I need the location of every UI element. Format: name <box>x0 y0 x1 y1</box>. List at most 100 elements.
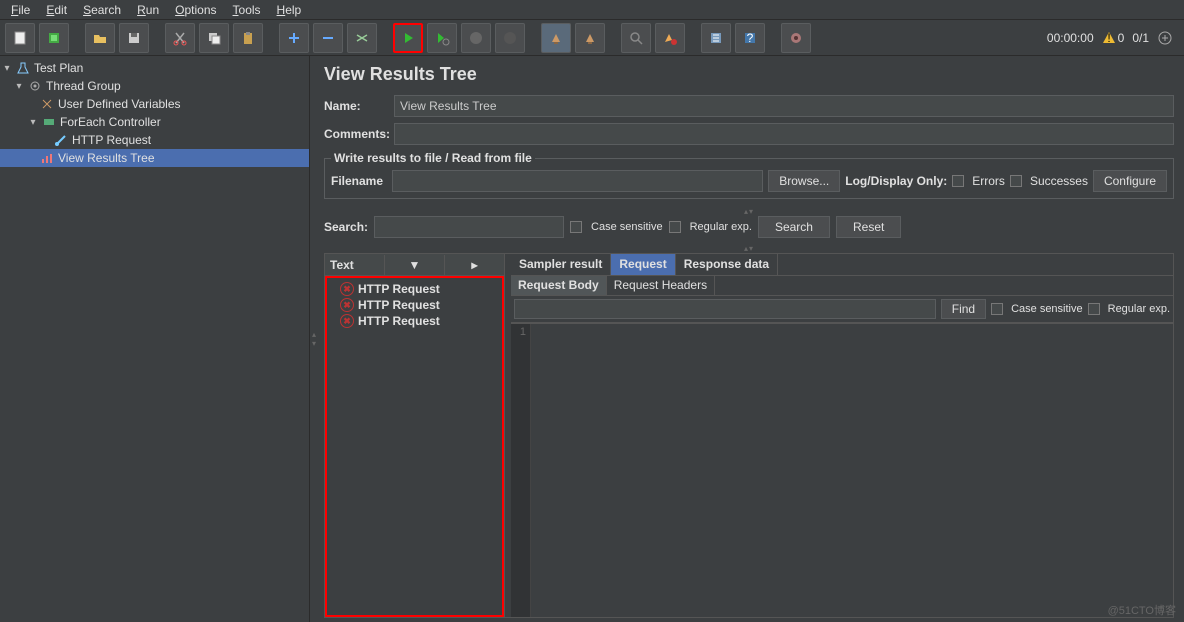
svg-text:!: ! <box>1107 31 1110 45</box>
menu-bar: File Edit Search Run Options Tools Help <box>0 0 1184 20</box>
results-area: Text ▼ ▸ ✖HTTP Request ✖HTTP Request ✖HT… <box>324 253 1174 618</box>
find-cs-checkbox[interactable] <box>991 303 1003 315</box>
gear-icon <box>27 78 43 94</box>
error-icon: ✖ <box>340 298 354 312</box>
menu-help[interactable]: Help <box>269 1 310 18</box>
editor-body[interactable] <box>531 324 1173 617</box>
filename-input[interactable] <box>392 170 763 192</box>
tree-http-request[interactable]: HTTP Request <box>0 131 309 149</box>
configure-button[interactable]: Configure <box>1093 170 1167 192</box>
menu-options[interactable]: Options <box>167 1 224 18</box>
renderer-combo[interactable]: Text ▼ ▸ <box>325 254 504 276</box>
content-panel: View Results Tree Name: Comments: Write … <box>318 56 1184 622</box>
test-plan-tree[interactable]: ▾ Test Plan ▾ Thread Group User Defined … <box>0 56 310 622</box>
filename-label: Filename <box>331 174 383 188</box>
results-left-panel: Text ▼ ▸ ✖HTTP Request ✖HTTP Request ✖HT… <box>325 254 505 617</box>
tree-user-defined-vars[interactable]: User Defined Variables <box>0 95 309 113</box>
errors-checkbox[interactable] <box>952 175 964 187</box>
results-list[interactable]: ✖HTTP Request ✖HTTP Request ✖HTTP Reques… <box>325 276 504 617</box>
collapse-icon[interactable] <box>313 23 343 53</box>
tab-response-data[interactable]: Response data <box>676 254 778 275</box>
menu-run[interactable]: Run <box>129 1 167 18</box>
subtab-request-body[interactable]: Request Body <box>511 276 607 295</box>
find-button[interactable]: Find <box>941 299 986 319</box>
cut-icon[interactable] <box>165 23 195 53</box>
search-re-checkbox[interactable] <box>669 221 681 233</box>
shutdown-icon[interactable] <box>495 23 525 53</box>
beaker-icon <box>15 60 31 76</box>
tree-view-results-tree[interactable]: View Results Tree <box>0 149 309 167</box>
paste-icon[interactable] <box>233 23 263 53</box>
tree-test-plan[interactable]: ▾ Test Plan <box>0 59 309 77</box>
browse-button[interactable]: Browse... <box>768 170 840 192</box>
controller-icon <box>41 114 57 130</box>
menu-search[interactable]: Search <box>75 1 129 18</box>
warning-indicator[interactable]: !0 <box>1102 31 1125 45</box>
templates-icon[interactable] <box>39 23 69 53</box>
start-no-timers-icon[interactable] <box>427 23 457 53</box>
results-right-panel: Sampler result Request Response data Req… <box>511 254 1173 617</box>
successes-checkbox[interactable] <box>1010 175 1022 187</box>
grip2-icon[interactable]: ▴▾ <box>324 244 1174 253</box>
tree-expand-icon[interactable]: ▸ <box>444 255 504 275</box>
search-cs-checkbox[interactable] <box>570 221 582 233</box>
file-fieldset: Write results to file / Read from file F… <box>324 151 1174 199</box>
search-tree-icon[interactable] <box>621 23 651 53</box>
find-input[interactable] <box>514 299 936 319</box>
tab-sampler-result[interactable]: Sampler result <box>511 254 611 275</box>
error-icon: ✖ <box>340 282 354 296</box>
help-icon[interactable]: ? <box>735 23 765 53</box>
start-icon[interactable] <box>393 23 423 53</box>
copy-icon[interactable] <box>199 23 229 53</box>
reset-button[interactable]: Reset <box>836 216 901 238</box>
watermark: @51CTO博客 <box>1108 602 1176 618</box>
expand-toggle-icon[interactable] <box>1157 30 1173 46</box>
result-item[interactable]: ✖HTTP Request <box>330 297 499 313</box>
name-label: Name: <box>324 99 394 113</box>
clear-icon[interactable] <box>541 23 571 53</box>
listener-icon <box>39 150 55 166</box>
menu-edit[interactable]: Edit <box>38 1 75 18</box>
dropdown-arrow-icon[interactable]: ▼ <box>384 255 444 275</box>
error-icon: ✖ <box>340 314 354 328</box>
save-icon[interactable] <box>119 23 149 53</box>
search-button[interactable]: Search <box>758 216 830 238</box>
editor[interactable]: 1 <box>511 323 1173 617</box>
result-item[interactable]: ✖HTTP Request <box>330 281 499 297</box>
threads-indicator: 0/1 <box>1132 31 1149 45</box>
tree-thread-group[interactable]: ▾ Thread Group <box>0 77 309 95</box>
stop-icon[interactable] <box>461 23 491 53</box>
reset-search-icon[interactable] <box>655 23 685 53</box>
menu-file[interactable]: File <box>3 1 38 18</box>
fieldset-legend: Write results to file / Read from file <box>331 151 535 165</box>
menu-tools[interactable]: Tools <box>225 1 269 18</box>
expand-icon[interactable] <box>279 23 309 53</box>
grip-icon[interactable]: ▴▾ <box>324 207 1174 216</box>
tab-request[interactable]: Request <box>611 254 675 275</box>
what-icon[interactable] <box>781 23 811 53</box>
comments-label: Comments: <box>324 127 394 141</box>
find-re-checkbox[interactable] <box>1088 303 1100 315</box>
sampler-icon <box>53 132 69 148</box>
clear-all-icon[interactable] <box>575 23 605 53</box>
logdisplay-label: Log/Display Only: <box>845 174 947 188</box>
elapsed-time: 00:00:00 <box>1047 31 1094 45</box>
svg-text:?: ? <box>747 31 754 45</box>
new-icon[interactable] <box>5 23 35 53</box>
panel-title: View Results Tree <box>324 64 1174 85</box>
subtab-request-headers[interactable]: Request Headers <box>607 276 715 295</box>
result-item[interactable]: ✖HTTP Request <box>330 313 499 329</box>
line-gutter: 1 <box>511 324 531 617</box>
vars-icon <box>39 96 55 112</box>
open-icon[interactable] <box>85 23 115 53</box>
splitter[interactable] <box>310 56 318 622</box>
name-input[interactable] <box>394 95 1174 117</box>
tree-foreach-controller[interactable]: ▾ ForEach Controller <box>0 113 309 131</box>
main-area: ▾ Test Plan ▾ Thread Group User Defined … <box>0 56 1184 622</box>
comments-input[interactable] <box>394 123 1174 145</box>
toolbar: ? 00:00:00 !0 0/1 <box>0 20 1184 56</box>
search-input[interactable] <box>374 216 564 238</box>
search-label: Search: <box>324 220 368 234</box>
toggle-icon[interactable] <box>347 23 377 53</box>
function-helper-icon[interactable] <box>701 23 731 53</box>
